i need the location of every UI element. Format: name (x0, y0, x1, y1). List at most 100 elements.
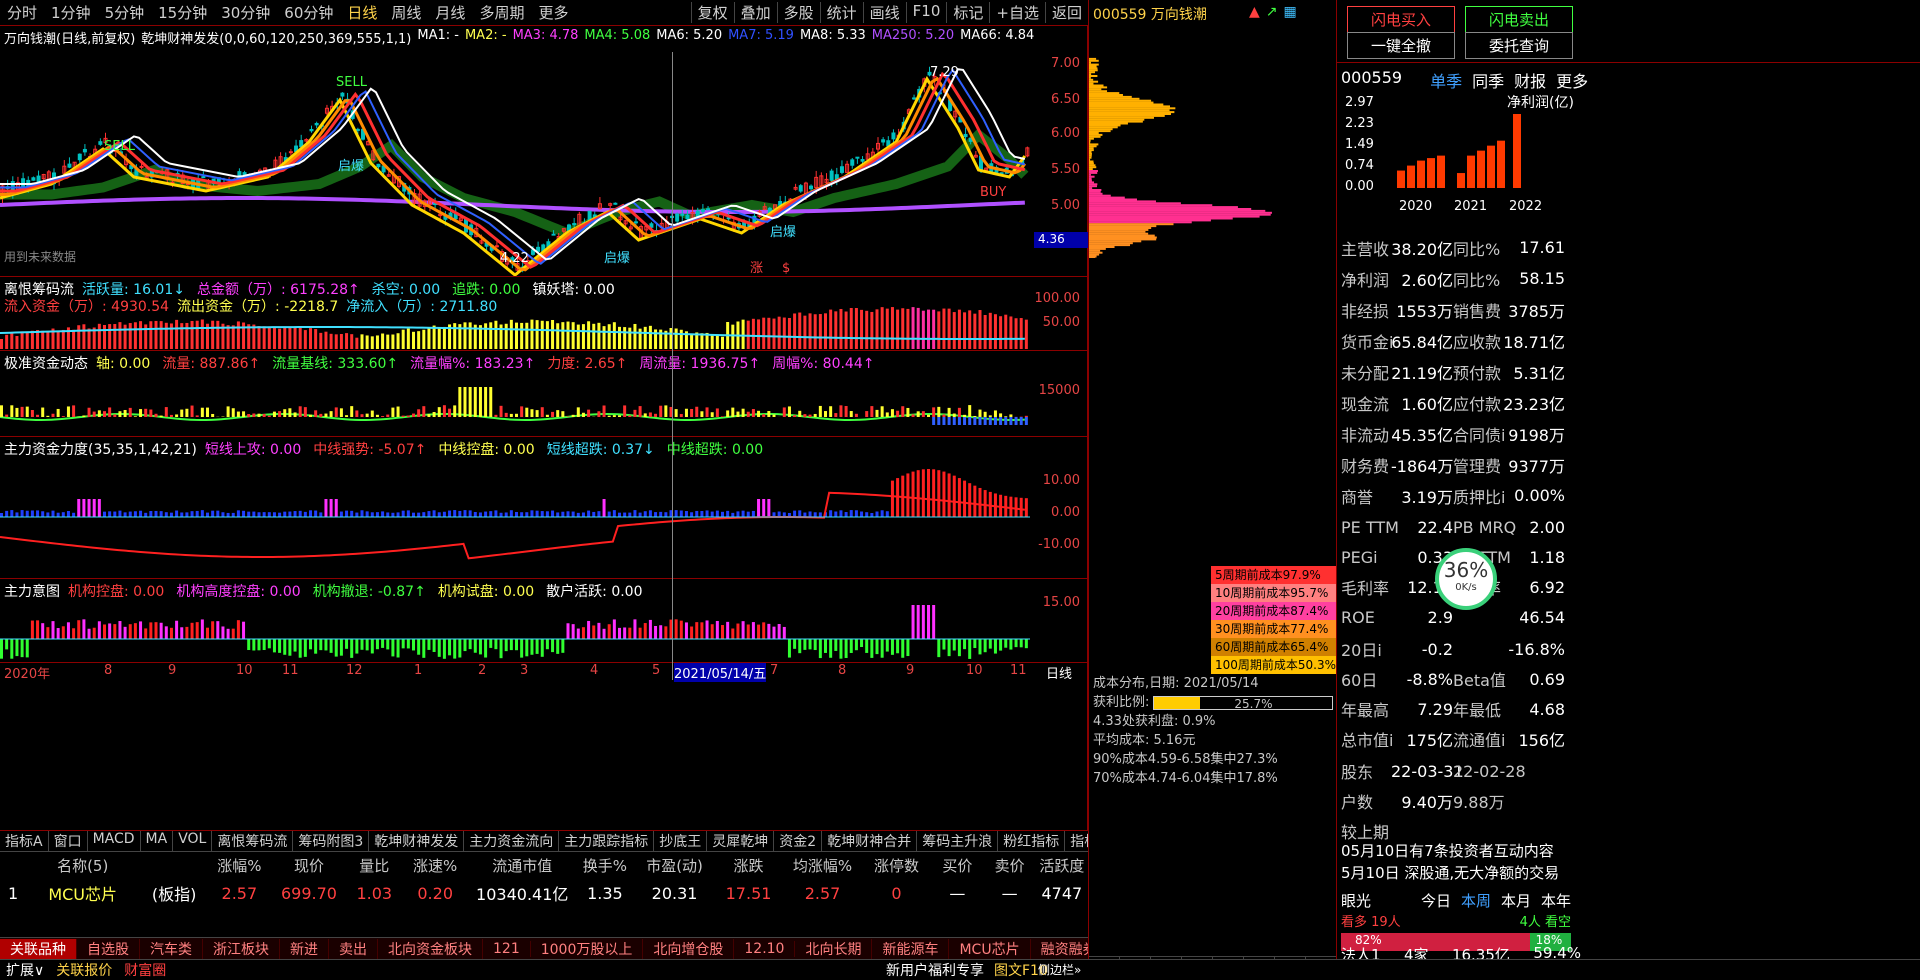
sector-tab[interactable]: MCU芯片 (949, 939, 1030, 959)
column-header[interactable]: 涨停数 (862, 855, 932, 876)
indicator-tab[interactable]: MA (141, 831, 174, 851)
main-kline-panel[interactable]: 万向钱潮(日线,前复权) 乾坤财神发发(0,0,60,120,250,369,5… (0, 26, 1088, 276)
period-tab[interactable]: 日线 (340, 2, 384, 23)
sector-tab[interactable]: 关联品种 (0, 939, 77, 959)
toolbar-action[interactable]: 统计 (820, 2, 863, 23)
indicator-tab[interactable]: 乾坤财神发发 (369, 831, 464, 851)
indicator-tab[interactable]: 抄底王 (654, 831, 707, 851)
period-tab[interactable]: 60分钟 (277, 2, 340, 23)
ma66-label: MA66: 4.84 (960, 28, 1034, 47)
table-row[interactable]: 1MCU芯片(板指)2.57699.701.030.2010340.41亿1.3… (0, 878, 1088, 908)
indicator-tab[interactable]: 乾坤财神合并 (822, 831, 917, 851)
column-header[interactable]: 涨速% (400, 855, 470, 876)
cancel-all-button[interactable]: 一键全撤 (1347, 32, 1455, 59)
toolbar-action[interactable]: 返回 (1045, 2, 1088, 23)
period-tab[interactable]: 分时 (0, 2, 44, 23)
toolbar-action[interactable]: F10 (906, 2, 947, 23)
indicator-tab[interactable]: 主力跟踪指标 (559, 831, 654, 851)
sector-tab[interactable]: 北向资金板块 (378, 939, 483, 959)
toolbar-action[interactable]: 多股 (777, 2, 820, 23)
news-list: 05月10日有7条投资者互动内容 5月10日 深股通,无大净额的交易 (1341, 840, 1559, 884)
indicator-tab[interactable]: 窗口 (49, 831, 88, 851)
tab-same-quarter[interactable]: 同季 (1472, 68, 1504, 92)
column-header[interactable]: 买价 (931, 855, 983, 876)
column-header[interactable]: 市盈(动) (635, 855, 713, 876)
sector-tab[interactable]: 121 (483, 941, 531, 957)
sector-tab[interactable]: 汽车类 (140, 939, 203, 959)
main-intent-panel[interactable]: 主力意图 机构控盘: 0.00机构高度控盘: 0.00机构撤退: -0.87↑机… (0, 578, 1088, 662)
tab-year[interactable]: 本年 (1541, 890, 1571, 911)
sector-tab[interactable]: 新进 (280, 939, 329, 959)
period-tab[interactable]: 周线 (384, 2, 428, 23)
indicator-tab[interactable]: 资金2 (774, 831, 822, 851)
column-header[interactable]: 名称(5) (26, 855, 139, 876)
indicator-tab[interactable]: 筹码附图3 (293, 831, 369, 851)
wealth-circle-button[interactable]: 财富圈 (118, 960, 172, 980)
period-tab[interactable]: 月线 (428, 2, 472, 23)
kv-cell: 22.4 (1391, 518, 1453, 537)
column-header[interactable]: 涨幅% (209, 855, 270, 876)
new-user-link[interactable]: 新用户福利专享 (880, 960, 990, 980)
fund-dynamics-panel[interactable]: 极准资金动态 轴: 0.00流量: 887.86↑流量基线: 333.60↑流量… (0, 350, 1088, 436)
toolbar-action[interactable]: +自选 (989, 2, 1045, 23)
column-header[interactable]: 活跃度 (1036, 855, 1088, 876)
tab-report[interactable]: 财报 (1514, 68, 1546, 92)
indicator-tab[interactable]: 灵犀乾坤 (707, 831, 774, 851)
kv-cell: 2.9 (1391, 608, 1453, 627)
column-header[interactable]: 现价 (270, 855, 348, 876)
main-force-panel[interactable]: 主力资金力度(35,35,1,42,21) 短线上攻: 0.00中线强势: -5… (0, 436, 1088, 578)
kv-cell: 年最高 (1341, 697, 1391, 721)
arrow-icon[interactable]: ↗ (1266, 4, 1278, 20)
period-tab[interactable]: 30分钟 (214, 2, 277, 23)
sidebar-toggle[interactable]: 侧边栏» (1032, 961, 1087, 978)
column-header[interactable]: 换手% (574, 855, 635, 876)
grid-icon[interactable]: ▦ (1284, 4, 1297, 20)
order-query-button[interactable]: 委托查询 (1465, 32, 1573, 59)
indicator-tab[interactable]: 粉红指标 (998, 831, 1065, 851)
period-tab[interactable]: 15分钟 (151, 2, 214, 23)
related-quote-button[interactable]: 关联报价 (50, 960, 118, 980)
network-gauge[interactable]: 36% 0K/s (1435, 548, 1497, 610)
news-item[interactable]: 5月10日 深股通,无大净额的交易 (1341, 862, 1559, 884)
sector-tab[interactable]: 12.10 (734, 941, 795, 957)
indicator-tab[interactable]: 主力资金流向 (464, 831, 559, 851)
column-header[interactable]: 量比 (348, 855, 400, 876)
sector-tab[interactable]: 新能源车 (872, 939, 949, 959)
sector-tab[interactable]: 北向长期 (795, 939, 872, 959)
tab-month[interactable]: 本月 (1501, 890, 1531, 911)
sector-tab[interactable]: 浙江板块 (203, 939, 280, 959)
expand-button[interactable]: 扩展∨ (0, 960, 50, 980)
toolbar-action[interactable]: 画线 (863, 2, 906, 23)
column-header[interactable]: 卖价 (984, 855, 1036, 876)
flag-icon[interactable]: ▲ (1249, 4, 1260, 20)
tab-week[interactable]: 本周 (1461, 890, 1491, 911)
sector-tab[interactable]: 卖出 (329, 939, 378, 959)
period-tab[interactable]: 1分钟 (44, 2, 98, 23)
period-tab[interactable]: 多周期 (472, 2, 531, 23)
column-header[interactable]: 涨跌 (714, 855, 784, 876)
period-tab[interactable]: 更多 (531, 2, 575, 23)
tab-today[interactable]: 今日 (1421, 890, 1451, 911)
sector-tab[interactable]: 北向增仓股 (643, 939, 734, 959)
indicator-tab[interactable]: MACD (88, 831, 141, 851)
indicator-tab[interactable]: 筹码主升浪 (917, 831, 998, 851)
sector-tab[interactable]: 自选股 (77, 939, 140, 959)
indicator-tab[interactable]: 指标A (0, 831, 49, 851)
toolbar-action[interactable]: 标记 (946, 2, 989, 23)
period-tab[interactable]: 5分钟 (98, 2, 152, 23)
flash-buy-button[interactable]: 闪电买入 (1347, 6, 1455, 33)
toolbar-action[interactable]: 复权 (691, 2, 734, 23)
column-header[interactable]: 均涨幅% (783, 855, 861, 876)
toolbar-action[interactable]: 叠加 (734, 2, 777, 23)
sector-tab[interactable]: 1000万股以上 (531, 939, 644, 959)
kline-chart-area[interactable]: 万向钱潮(日线,前复权) 乾坤财神发发(0,0,60,120,250,369,5… (0, 26, 1088, 830)
column-header[interactable]: 流通市值 (470, 855, 574, 876)
indicator-tab[interactable]: 离恨筹码流 (212, 831, 293, 851)
news-item[interactable]: 05月10日有7条投资者互动内容 (1341, 840, 1559, 862)
chip-flow-panel[interactable]: 离恨筹码流 活跃量: 16.01↓总金额（万）: 6175.28↑杀空: 0.0… (0, 276, 1088, 350)
tab-more[interactable]: 更多 (1556, 68, 1588, 92)
flash-sell-button[interactable]: 闪电卖出 (1465, 6, 1573, 33)
indicator-tab[interactable]: VOL (173, 831, 212, 851)
ma4-label: MA4: 5.08 (584, 28, 650, 47)
tab-quarter[interactable]: 单季 (1430, 68, 1462, 92)
